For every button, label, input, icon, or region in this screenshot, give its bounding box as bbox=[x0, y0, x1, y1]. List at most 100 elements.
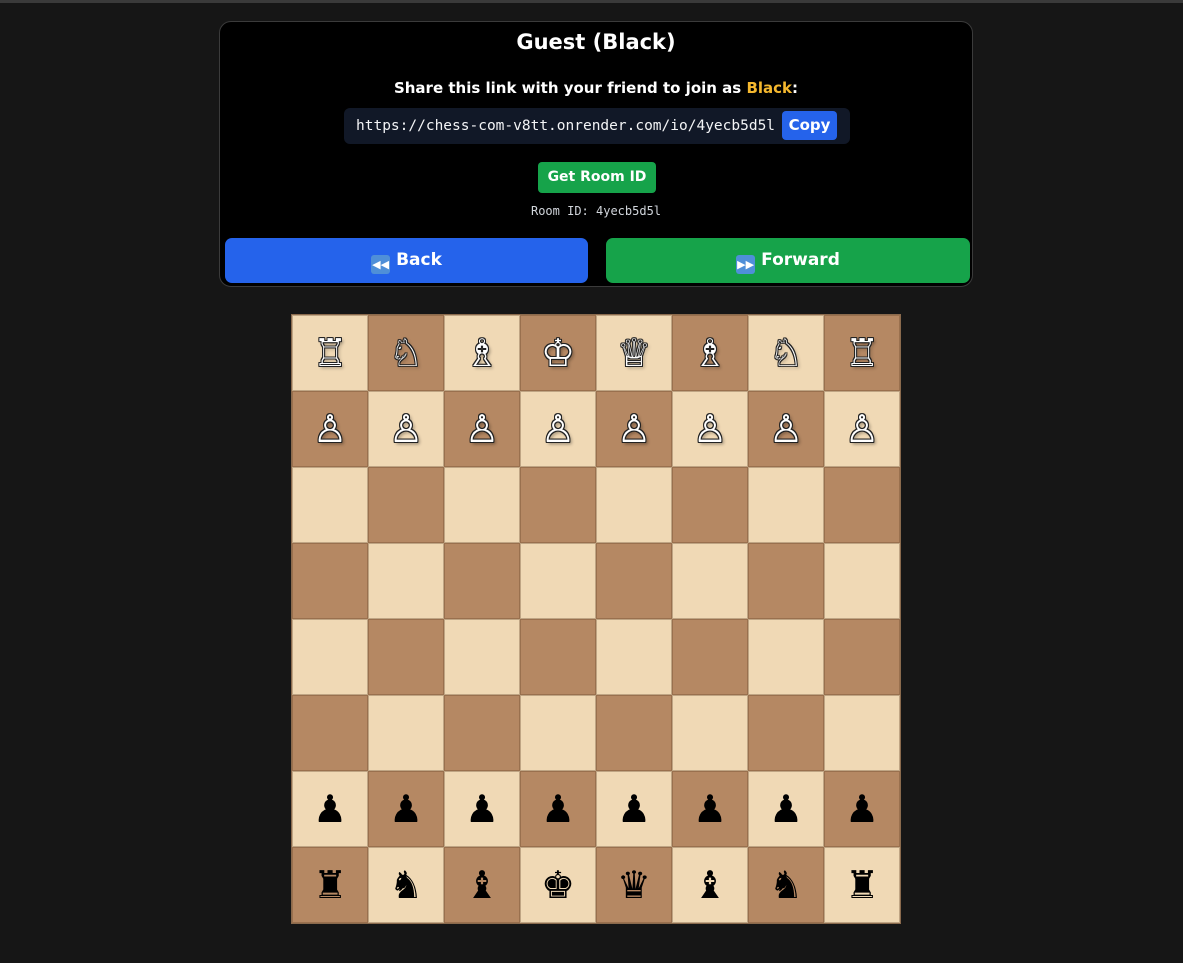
board-square[interactable] bbox=[444, 695, 520, 771]
black-king-piece[interactable]: ♚ bbox=[541, 866, 575, 904]
invite-link-url[interactable]: https://chess-com-v8tt.onrender.com/io/4… bbox=[356, 108, 775, 144]
board-square[interactable]: ♜ bbox=[292, 847, 368, 923]
board-square[interactable] bbox=[368, 695, 444, 771]
board-square[interactable]: ♖ bbox=[292, 315, 368, 391]
board-square[interactable]: ♜ bbox=[824, 847, 900, 923]
board-square[interactable]: ♛ bbox=[596, 847, 672, 923]
board-square[interactable] bbox=[748, 619, 824, 695]
board-square[interactable]: ♙ bbox=[672, 391, 748, 467]
board-square[interactable]: ♙ bbox=[520, 391, 596, 467]
black-pawn-piece[interactable]: ♟ bbox=[693, 790, 727, 828]
white-queen-piece[interactable]: ♕ bbox=[617, 334, 651, 372]
white-knight-piece[interactable]: ♘ bbox=[389, 334, 423, 372]
board-square[interactable]: ♟ bbox=[368, 771, 444, 847]
board-square[interactable]: ♟ bbox=[824, 771, 900, 847]
board-square[interactable] bbox=[520, 467, 596, 543]
board-square[interactable] bbox=[292, 543, 368, 619]
black-knight-piece[interactable]: ♞ bbox=[389, 866, 423, 904]
board-square[interactable] bbox=[444, 543, 520, 619]
board-square[interactable] bbox=[368, 543, 444, 619]
white-rook-piece[interactable]: ♖ bbox=[845, 334, 879, 372]
board-square[interactable]: ♟ bbox=[520, 771, 596, 847]
black-pawn-piece[interactable]: ♟ bbox=[313, 790, 347, 828]
black-pawn-piece[interactable]: ♟ bbox=[389, 790, 423, 828]
board-square[interactable]: ♙ bbox=[368, 391, 444, 467]
board-square[interactable]: ♗ bbox=[444, 315, 520, 391]
board-square[interactable] bbox=[748, 467, 824, 543]
board-square[interactable] bbox=[368, 467, 444, 543]
board-square[interactable]: ♟ bbox=[596, 771, 672, 847]
white-pawn-piece[interactable]: ♙ bbox=[465, 410, 499, 448]
board-square[interactable] bbox=[824, 695, 900, 771]
black-pawn-piece[interactable]: ♟ bbox=[465, 790, 499, 828]
board-square[interactable]: ♟ bbox=[748, 771, 824, 847]
board-square[interactable]: ♙ bbox=[824, 391, 900, 467]
white-pawn-piece[interactable]: ♙ bbox=[541, 410, 575, 448]
white-rook-piece[interactable]: ♖ bbox=[313, 334, 347, 372]
board-square[interactable]: ♔ bbox=[520, 315, 596, 391]
forward-button[interactable]: ▶▶ Forward bbox=[606, 238, 970, 283]
white-bishop-piece[interactable]: ♗ bbox=[693, 334, 727, 372]
white-pawn-piece[interactable]: ♙ bbox=[769, 410, 803, 448]
board-square[interactable] bbox=[444, 619, 520, 695]
white-knight-piece[interactable]: ♘ bbox=[769, 334, 803, 372]
board-square[interactable] bbox=[824, 467, 900, 543]
white-pawn-piece[interactable]: ♙ bbox=[693, 410, 727, 448]
board-square[interactable]: ♙ bbox=[596, 391, 672, 467]
black-bishop-piece[interactable]: ♝ bbox=[693, 866, 727, 904]
black-rook-piece[interactable]: ♜ bbox=[313, 866, 347, 904]
board-square[interactable]: ♝ bbox=[444, 847, 520, 923]
board-square[interactable] bbox=[748, 543, 824, 619]
board-square[interactable] bbox=[824, 619, 900, 695]
board-square[interactable] bbox=[368, 619, 444, 695]
board-square[interactable]: ♕ bbox=[596, 315, 672, 391]
black-knight-piece[interactable]: ♞ bbox=[769, 866, 803, 904]
white-pawn-piece[interactable]: ♙ bbox=[389, 410, 423, 448]
black-pawn-piece[interactable]: ♟ bbox=[541, 790, 575, 828]
board-square[interactable] bbox=[672, 543, 748, 619]
board-square[interactable] bbox=[596, 543, 672, 619]
board-square[interactable] bbox=[824, 543, 900, 619]
board-square[interactable] bbox=[520, 695, 596, 771]
board-square[interactable]: ♖ bbox=[824, 315, 900, 391]
white-pawn-piece[interactable]: ♙ bbox=[617, 410, 651, 448]
board-square[interactable] bbox=[596, 467, 672, 543]
board-square[interactable]: ♟ bbox=[292, 771, 368, 847]
black-pawn-piece[interactable]: ♟ bbox=[769, 790, 803, 828]
board-square[interactable]: ♙ bbox=[748, 391, 824, 467]
white-king-piece[interactable]: ♔ bbox=[541, 334, 575, 372]
board-square[interactable] bbox=[672, 695, 748, 771]
board-square[interactable]: ♙ bbox=[292, 391, 368, 467]
white-pawn-piece[interactable]: ♙ bbox=[845, 410, 879, 448]
board-square[interactable] bbox=[672, 619, 748, 695]
board-square[interactable]: ♟ bbox=[672, 771, 748, 847]
white-bishop-piece[interactable]: ♗ bbox=[465, 334, 499, 372]
board-square[interactable]: ♞ bbox=[748, 847, 824, 923]
back-button[interactable]: ◀◀ Back bbox=[225, 238, 588, 283]
board-square[interactable]: ♚ bbox=[520, 847, 596, 923]
board-square[interactable] bbox=[672, 467, 748, 543]
board-square[interactable] bbox=[520, 543, 596, 619]
board-square[interactable] bbox=[520, 619, 596, 695]
black-bishop-piece[interactable]: ♝ bbox=[465, 866, 499, 904]
board-square[interactable]: ♘ bbox=[748, 315, 824, 391]
board-square[interactable]: ♘ bbox=[368, 315, 444, 391]
board-square[interactable]: ♟ bbox=[444, 771, 520, 847]
white-pawn-piece[interactable]: ♙ bbox=[313, 410, 347, 448]
board-square[interactable]: ♗ bbox=[672, 315, 748, 391]
black-pawn-piece[interactable]: ♟ bbox=[845, 790, 879, 828]
board-square[interactable]: ♙ bbox=[444, 391, 520, 467]
board-square[interactable] bbox=[292, 619, 368, 695]
black-queen-piece[interactable]: ♛ bbox=[617, 866, 651, 904]
get-room-id-button[interactable]: Get Room ID bbox=[538, 162, 656, 193]
board-square[interactable]: ♞ bbox=[368, 847, 444, 923]
board-square[interactable] bbox=[292, 467, 368, 543]
board-square[interactable] bbox=[444, 467, 520, 543]
black-pawn-piece[interactable]: ♟ bbox=[617, 790, 651, 828]
board-square[interactable] bbox=[748, 695, 824, 771]
black-rook-piece[interactable]: ♜ bbox=[845, 866, 879, 904]
board-square[interactable]: ♝ bbox=[672, 847, 748, 923]
board-square[interactable] bbox=[596, 619, 672, 695]
board-square[interactable] bbox=[596, 695, 672, 771]
copy-link-button[interactable]: Copy bbox=[782, 111, 837, 140]
